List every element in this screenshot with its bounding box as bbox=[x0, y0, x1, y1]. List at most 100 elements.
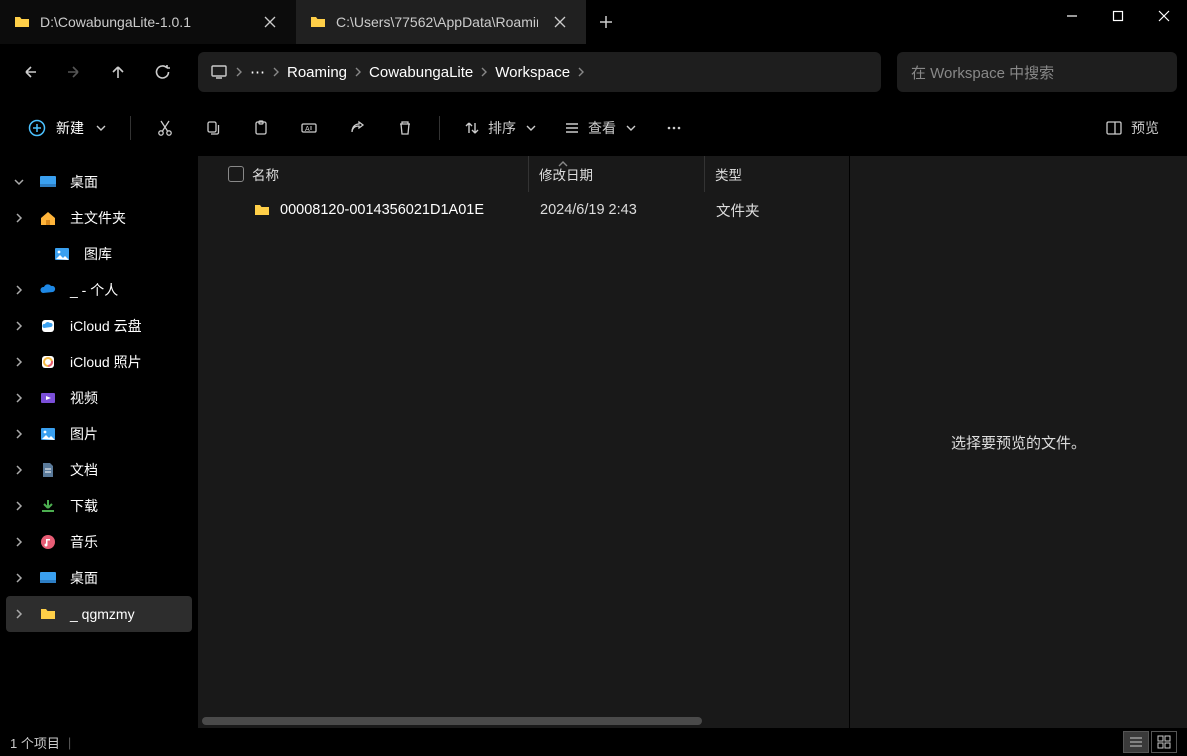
forward-button[interactable] bbox=[54, 52, 94, 92]
cut-button[interactable] bbox=[145, 110, 185, 146]
sidebar-item-downloads[interactable]: 下载 bbox=[6, 488, 192, 524]
share-button[interactable] bbox=[337, 110, 377, 146]
maximize-button[interactable] bbox=[1095, 0, 1141, 32]
chevron-down-icon bbox=[12, 177, 26, 187]
preview-label: 预览 bbox=[1131, 118, 1159, 138]
home-icon bbox=[38, 208, 58, 228]
sidebar-item-label: 桌面 bbox=[70, 172, 98, 192]
tab-0[interactable]: D:\CowabungaLite-1.0.1 bbox=[0, 0, 296, 44]
chevron-right-icon[interactable] bbox=[479, 67, 489, 77]
preview-empty-text: 选择要预览的文件。 bbox=[951, 432, 1086, 453]
file-type: 文件夹 bbox=[704, 200, 824, 221]
sort-button[interactable]: 排序 bbox=[454, 110, 546, 146]
chevron-down-icon bbox=[96, 123, 106, 133]
chevron-right-icon bbox=[12, 465, 26, 475]
paste-button[interactable] bbox=[241, 110, 281, 146]
sidebar-item-home[interactable]: 主文件夹 bbox=[6, 200, 192, 236]
chevron-right-icon[interactable] bbox=[576, 67, 586, 77]
more-button[interactable] bbox=[654, 110, 694, 146]
search-input[interactable]: 在 Workspace 中搜索 bbox=[897, 52, 1177, 92]
column-type[interactable]: 类型 bbox=[704, 156, 824, 192]
chevron-right-icon[interactable] bbox=[234, 67, 244, 77]
status-bar: 1 个项目 | bbox=[0, 728, 1187, 756]
sidebar-item-label: _ qgmzmy bbox=[70, 606, 135, 622]
sidebar-item-label: 音乐 bbox=[70, 532, 98, 552]
column-name[interactable]: 名称 bbox=[218, 156, 528, 192]
new-tab bbox=[586, 0, 626, 44]
view-mode-switcher bbox=[1123, 731, 1177, 753]
downloads-icon bbox=[38, 496, 58, 516]
chevron-right-icon bbox=[12, 213, 26, 223]
breadcrumb-item[interactable]: Roaming bbox=[287, 64, 347, 81]
sidebar-item-onedrive[interactable]: _ - 个人 bbox=[6, 272, 192, 308]
horizontal-scrollbar[interactable] bbox=[198, 714, 849, 728]
sidebar-item-icloud-photos[interactable]: iCloud 照片 bbox=[6, 344, 192, 380]
chevron-right-icon[interactable] bbox=[271, 67, 281, 77]
table-row[interactable]: 00008120-0014356021D1A01E2024/6/19 2:43文… bbox=[198, 192, 849, 228]
column-date[interactable]: 修改日期 bbox=[528, 156, 704, 192]
sidebar-item-gallery[interactable]: 图库 bbox=[6, 236, 192, 272]
chevron-right-icon bbox=[12, 393, 26, 403]
close-icon[interactable] bbox=[258, 10, 282, 34]
column-name-label: 名称 bbox=[252, 164, 279, 184]
details-view-button[interactable] bbox=[1123, 731, 1149, 753]
music-icon bbox=[38, 532, 58, 552]
view-label: 查看 bbox=[588, 118, 616, 138]
breadcrumb-item[interactable]: CowabungaLite bbox=[369, 64, 473, 81]
rename-button[interactable]: A bbox=[289, 110, 329, 146]
folder-icon bbox=[254, 202, 270, 218]
sidebar-item-icloud[interactable]: iCloud 云盘 bbox=[6, 308, 192, 344]
sidebar-item-label: 视频 bbox=[70, 388, 98, 408]
refresh-button[interactable] bbox=[142, 52, 182, 92]
monitor-icon bbox=[210, 63, 228, 81]
minimize-button[interactable] bbox=[1049, 0, 1095, 32]
chevron-right-icon[interactable] bbox=[353, 67, 363, 77]
view-button[interactable]: 查看 bbox=[554, 110, 646, 146]
chevron-down-icon bbox=[526, 123, 536, 133]
back-button[interactable] bbox=[10, 52, 50, 92]
pictures-icon bbox=[38, 424, 58, 444]
sidebar-item-pictures[interactable]: 图片 bbox=[6, 416, 192, 452]
onedrive-icon bbox=[38, 280, 58, 300]
new-tab-button[interactable] bbox=[592, 8, 620, 36]
close-button[interactable] bbox=[1141, 0, 1187, 32]
close-icon[interactable] bbox=[548, 10, 572, 34]
preview-button[interactable]: 预览 bbox=[1095, 110, 1169, 146]
copy-button[interactable] bbox=[193, 110, 233, 146]
delete-button[interactable] bbox=[385, 110, 425, 146]
chevron-right-icon bbox=[12, 609, 26, 619]
breadcrumb-item[interactable]: Workspace bbox=[495, 64, 570, 81]
desktop-icon bbox=[38, 172, 58, 192]
scrollbar-thumb[interactable] bbox=[202, 717, 702, 725]
item-count: 1 个项目 bbox=[10, 733, 60, 752]
file-date: 2024/6/19 2:43 bbox=[528, 202, 704, 218]
breadcrumb-ellipsis[interactable]: ⋯ bbox=[250, 63, 265, 81]
tab-1[interactable]: C:\Users\77562\AppData\Roaming bbox=[296, 0, 586, 44]
sidebar-item-label: 桌面 bbox=[70, 568, 98, 588]
sidebar-item-label: 下载 bbox=[70, 496, 98, 516]
sidebar: 桌面 主文件夹图库 _ - 个人 iCloud 云盘iCloud 照片视频图片文档下… bbox=[0, 156, 198, 728]
sidebar-item-documents[interactable]: 文档 bbox=[6, 452, 192, 488]
sort-label: 排序 bbox=[488, 118, 516, 138]
up-button[interactable] bbox=[98, 52, 138, 92]
folder-icon bbox=[310, 14, 326, 30]
preview-pane: 选择要预览的文件。 bbox=[849, 156, 1187, 728]
chevron-down-icon bbox=[626, 123, 636, 133]
content-pane: 名称 修改日期 类型 00008120-0014356021D1A01E2024… bbox=[198, 156, 849, 728]
sidebar-item-folder[interactable]: _ qgmzmy bbox=[6, 596, 192, 632]
sidebar-item-video[interactable]: 视频 bbox=[6, 380, 192, 416]
sidebar-item-label: 文档 bbox=[70, 460, 98, 480]
sidebar-item-label: _ - 个人 bbox=[70, 280, 118, 300]
documents-icon bbox=[38, 460, 58, 480]
tab-title: C:\Users\77562\AppData\Roaming bbox=[336, 14, 538, 30]
sidebar-item-desktop[interactable]: 桌面 bbox=[6, 560, 192, 596]
sidebar-item-music[interactable]: 音乐 bbox=[6, 524, 192, 560]
sidebar-item-desktop-top[interactable]: 桌面 bbox=[6, 164, 192, 200]
chevron-right-icon bbox=[12, 573, 26, 583]
thumbnails-view-button[interactable] bbox=[1151, 731, 1177, 753]
select-all-checkbox[interactable] bbox=[228, 166, 244, 182]
new-button[interactable]: 新建 bbox=[18, 110, 116, 146]
address-bar[interactable]: ⋯ Roaming CowabungaLite Workspace bbox=[198, 52, 881, 92]
chevron-right-icon bbox=[12, 429, 26, 439]
chevron-right-icon bbox=[12, 501, 26, 511]
